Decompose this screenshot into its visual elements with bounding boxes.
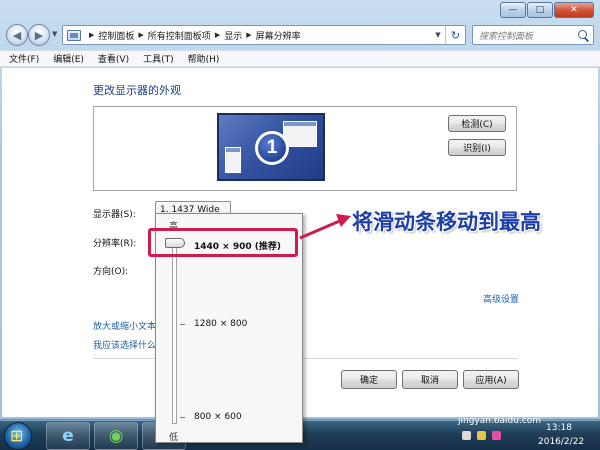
address-controls: ▼ ↻ bbox=[431, 26, 465, 44]
system-tray bbox=[462, 431, 501, 440]
monitor-icon[interactable]: 1 bbox=[217, 113, 325, 181]
resolution-label: 分辨率(R): bbox=[93, 239, 137, 249]
breadcrumb-separator-icon[interactable]: ▶ bbox=[138, 31, 143, 39]
orientation-label: 方向(O): bbox=[93, 267, 129, 277]
page-title: 更改显示器的外观 bbox=[93, 84, 181, 97]
resolution-slider-track[interactable] bbox=[172, 238, 177, 424]
clock-time[interactable]: 13:18 bbox=[546, 423, 572, 433]
clock-date[interactable]: 2016/2/22 bbox=[538, 437, 584, 447]
search-input[interactable]: 搜索控制面板 bbox=[472, 25, 594, 45]
slider-low-label: 低 bbox=[169, 433, 179, 443]
slider-tick bbox=[180, 417, 185, 418]
refresh-icon[interactable]: ↻ bbox=[445, 26, 465, 44]
monitor-preview-panel: 1 检测(C) 识别(I) bbox=[93, 106, 517, 191]
tray-network-icon[interactable] bbox=[462, 431, 471, 440]
display-label: 显示器(S): bbox=[93, 210, 136, 220]
breadcrumb-screen-resolution[interactable]: 屏幕分辨率 bbox=[256, 29, 301, 42]
cancel-button[interactable]: 取消 bbox=[402, 370, 458, 389]
identify-button[interactable]: 识别(I) bbox=[448, 139, 506, 156]
back-arrow-icon: ◀ bbox=[12, 28, 22, 42]
maximize-button[interactable]: □ bbox=[527, 2, 553, 18]
breadcrumb-all-items[interactable]: 所有控制面板项 bbox=[148, 29, 211, 42]
breadcrumb-display[interactable]: 显示 bbox=[224, 29, 242, 42]
menu-edit[interactable]: 编辑(E) bbox=[53, 52, 84, 65]
menu-bar: 文件(F) 编辑(E) 查看(V) 工具(T) 帮助(H) bbox=[0, 50, 600, 67]
breadcrumb-separator-icon[interactable]: ▶ bbox=[89, 31, 94, 39]
back-button[interactable]: ◀ bbox=[6, 24, 28, 46]
navigation-row: ◀ ▶ ▼ ▶ 控制面板 ▶ 所有控制面板项 ▶ 显示 ▶ 屏幕分辨率 ▼ ↻ … bbox=[6, 24, 596, 48]
address-dropdown-icon[interactable]: ▼ bbox=[431, 31, 445, 39]
window-caption-buttons: — □ ✕ bbox=[500, 2, 594, 18]
taskbar-explorer-button[interactable]: ◉ bbox=[94, 422, 138, 450]
forward-button[interactable]: ▶ bbox=[28, 24, 50, 46]
breadcrumb-separator-icon[interactable]: ▶ bbox=[246, 31, 251, 39]
close-button[interactable]: ✕ bbox=[554, 2, 594, 18]
resolution-option-1280x800[interactable]: 1280 × 800 bbox=[194, 319, 247, 329]
taskbar-ie-button[interactable]: e bbox=[46, 422, 90, 450]
recent-pages-dropdown-icon[interactable]: ▼ bbox=[52, 30, 57, 38]
menu-tools[interactable]: 工具(T) bbox=[143, 52, 174, 65]
apply-button[interactable]: 应用(A) bbox=[463, 370, 519, 389]
advanced-settings-link[interactable]: 高级设置 bbox=[483, 292, 519, 305]
address-bar[interactable]: ▶ 控制面板 ▶ 所有控制面板项 ▶ 显示 ▶ 屏幕分辨率 ▼ ↻ bbox=[62, 25, 466, 45]
annotation-callout: 将滑动条移动到最高 bbox=[352, 210, 541, 234]
annotation-arrow-icon bbox=[299, 214, 351, 240]
control-panel-icon bbox=[67, 29, 81, 41]
resolution-option-800x600[interactable]: 800 × 600 bbox=[194, 412, 242, 422]
menu-help[interactable]: 帮助(H) bbox=[188, 52, 220, 65]
breadcrumb-control-panel[interactable]: 控制面板 bbox=[98, 29, 134, 42]
search-placeholder: 搜索控制面板 bbox=[479, 31, 534, 42]
monitor-number-badge: 1 bbox=[255, 131, 289, 165]
menu-view[interactable]: 查看(V) bbox=[98, 52, 129, 65]
tray-volume-icon[interactable] bbox=[477, 431, 486, 440]
text-size-link[interactable]: 放大或缩小文本 bbox=[93, 319, 156, 332]
forward-arrow-icon: ▶ bbox=[34, 28, 44, 42]
internet-explorer-icon: e bbox=[62, 426, 74, 446]
search-icon[interactable] bbox=[575, 26, 593, 44]
slider-tick bbox=[180, 324, 185, 325]
menu-file[interactable]: 文件(F) bbox=[9, 52, 39, 65]
watermark-logo: Baidu 经验 bbox=[462, 397, 567, 418]
annotation-highlight-box bbox=[148, 228, 298, 257]
preview-window-shape bbox=[225, 147, 241, 173]
breadcrumb-separator-icon[interactable]: ▶ bbox=[215, 31, 220, 39]
watermark-url: jingyan.baidu.com bbox=[458, 416, 542, 426]
help-choose-link[interactable]: 我应该选择什么 bbox=[93, 338, 156, 351]
detect-button[interactable]: 检测(C) bbox=[448, 115, 506, 132]
start-button[interactable] bbox=[4, 422, 32, 450]
ok-button[interactable]: 确定 bbox=[341, 370, 397, 389]
minimize-button[interactable]: — bbox=[500, 2, 526, 18]
browser-icon: ◉ bbox=[108, 426, 124, 446]
tray-app-icon[interactable] bbox=[492, 431, 501, 440]
